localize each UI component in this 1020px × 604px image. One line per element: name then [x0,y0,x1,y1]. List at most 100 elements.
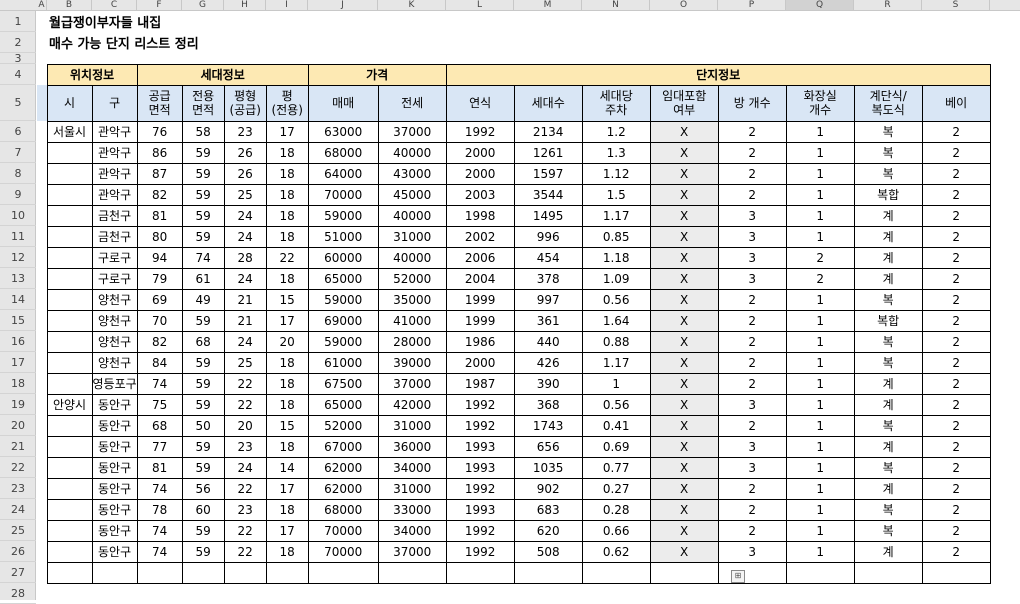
cell[interactable]: 1 [785,225,855,248]
cell[interactable]: 390 [513,372,583,395]
cell[interactable]: 관악구 [91,120,138,143]
cell[interactable]: 2 [921,225,991,248]
cell[interactable] [46,162,93,185]
cell[interactable]: 18 [265,225,309,248]
cell[interactable]: 안양시 [46,393,93,416]
cell[interactable]: 22 [223,519,267,542]
column-label[interactable]: 전세 [377,84,447,122]
cell[interactable]: 87 [136,162,183,185]
cell[interactable]: 계 [853,393,923,416]
cell-empty[interactable] [91,561,138,584]
cell[interactable]: 25 [223,183,267,206]
cell[interactable]: X [649,456,719,479]
column-header-l[interactable]: L [446,0,514,10]
cell[interactable]: 1999 [445,288,515,311]
cell[interactable]: 40000 [377,141,447,164]
cell[interactable]: X [649,477,719,500]
column-header-q[interactable]: Q [786,0,854,10]
row-header[interactable]: 21 [0,436,36,457]
title-line-1[interactable]: 월급쟁이부자들 내집 [47,11,990,32]
cell[interactable]: 계 [853,246,923,269]
column-label[interactable]: 방 개수 [717,84,787,122]
cell[interactable]: 계 [853,372,923,395]
cell[interactable]: 1999 [445,309,515,332]
cell-blank[interactable] [37,415,47,436]
cell[interactable]: 1993 [445,498,515,521]
cell-blank[interactable] [37,121,47,142]
row-header[interactable]: 22 [0,457,36,478]
cell[interactable]: 74 [136,372,183,395]
cell[interactable]: X [649,204,719,227]
cell[interactable]: 1495 [513,204,583,227]
cell[interactable]: 59 [181,141,225,164]
cell-empty[interactable] [265,561,309,584]
cell-empty[interactable] [445,561,515,584]
cell[interactable]: 양천구 [91,309,138,332]
cell-empty[interactable] [181,561,225,584]
cell[interactable]: 2000 [445,162,515,185]
cell[interactable] [46,183,93,206]
column-label[interactable]: 평형 (공급) [223,84,267,122]
cell[interactable]: 2134 [513,120,583,143]
cell[interactable]: 1 [785,120,855,143]
cell[interactable]: 41000 [377,309,447,332]
cell[interactable]: X [649,351,719,374]
cell[interactable]: 683 [513,498,583,521]
cell[interactable]: X [649,414,719,437]
cell[interactable]: 64000 [307,162,379,185]
cell[interactable]: 24 [223,225,267,248]
cell[interactable]: 2 [921,267,991,290]
cell[interactable]: 21 [223,288,267,311]
cell-empty[interactable] [307,561,379,584]
cell[interactable] [46,351,93,374]
row-header[interactable]: 5 [0,85,36,121]
group-complex[interactable]: 단지정보 [445,63,991,86]
cell[interactable]: 65000 [307,393,379,416]
column-header-p[interactable]: P [718,0,786,10]
cell[interactable]: 50 [181,414,225,437]
cell[interactable]: 23 [223,435,267,458]
cell[interactable]: 62000 [307,456,379,479]
cell[interactable]: 74 [136,540,183,563]
cell[interactable]: 59 [181,183,225,206]
cell[interactable]: 76 [136,120,183,143]
cell[interactable]: 69000 [307,309,379,332]
cell[interactable]: 구로구 [91,267,138,290]
cell[interactable]: X [649,246,719,269]
cell[interactable] [46,540,93,563]
cell[interactable]: 1 [785,477,855,500]
cell[interactable]: 2 [921,456,991,479]
cell[interactable]: 15 [265,288,309,311]
cell[interactable]: 1 [785,519,855,542]
cell[interactable]: 51000 [307,225,379,248]
cell[interactable]: 1743 [513,414,583,437]
row-header[interactable]: 24 [0,499,36,520]
cell[interactable]: 79 [136,267,183,290]
cell[interactable]: 1.3 [581,141,651,164]
cell[interactable]: 1 [785,351,855,374]
cell-empty[interactable] [513,561,583,584]
row-header[interactable]: 7 [0,142,36,163]
group-location[interactable]: 위치정보 [46,63,138,86]
cell[interactable]: 복 [853,351,923,374]
cell[interactable]: 동안구 [91,540,138,563]
cell-empty[interactable] [136,561,183,584]
cell[interactable]: 1992 [445,519,515,542]
cell[interactable]: 75 [136,393,183,416]
cell[interactable]: 2 [921,141,991,164]
cell[interactable]: 378 [513,267,583,290]
cell[interactable]: 25 [223,351,267,374]
cell[interactable] [46,288,93,311]
cell[interactable]: 508 [513,540,583,563]
cell[interactable]: 1.12 [581,162,651,185]
cell[interactable]: 34000 [377,519,447,542]
cell[interactable]: 21 [223,309,267,332]
column-header-i[interactable]: I [266,0,308,10]
cell[interactable] [46,477,93,500]
cell[interactable]: 59 [181,204,225,227]
cell[interactable]: 복 [853,162,923,185]
cell[interactable]: 94 [136,246,183,269]
cell[interactable]: 2003 [445,183,515,206]
cell[interactable]: 23 [223,498,267,521]
cell[interactable] [46,519,93,542]
